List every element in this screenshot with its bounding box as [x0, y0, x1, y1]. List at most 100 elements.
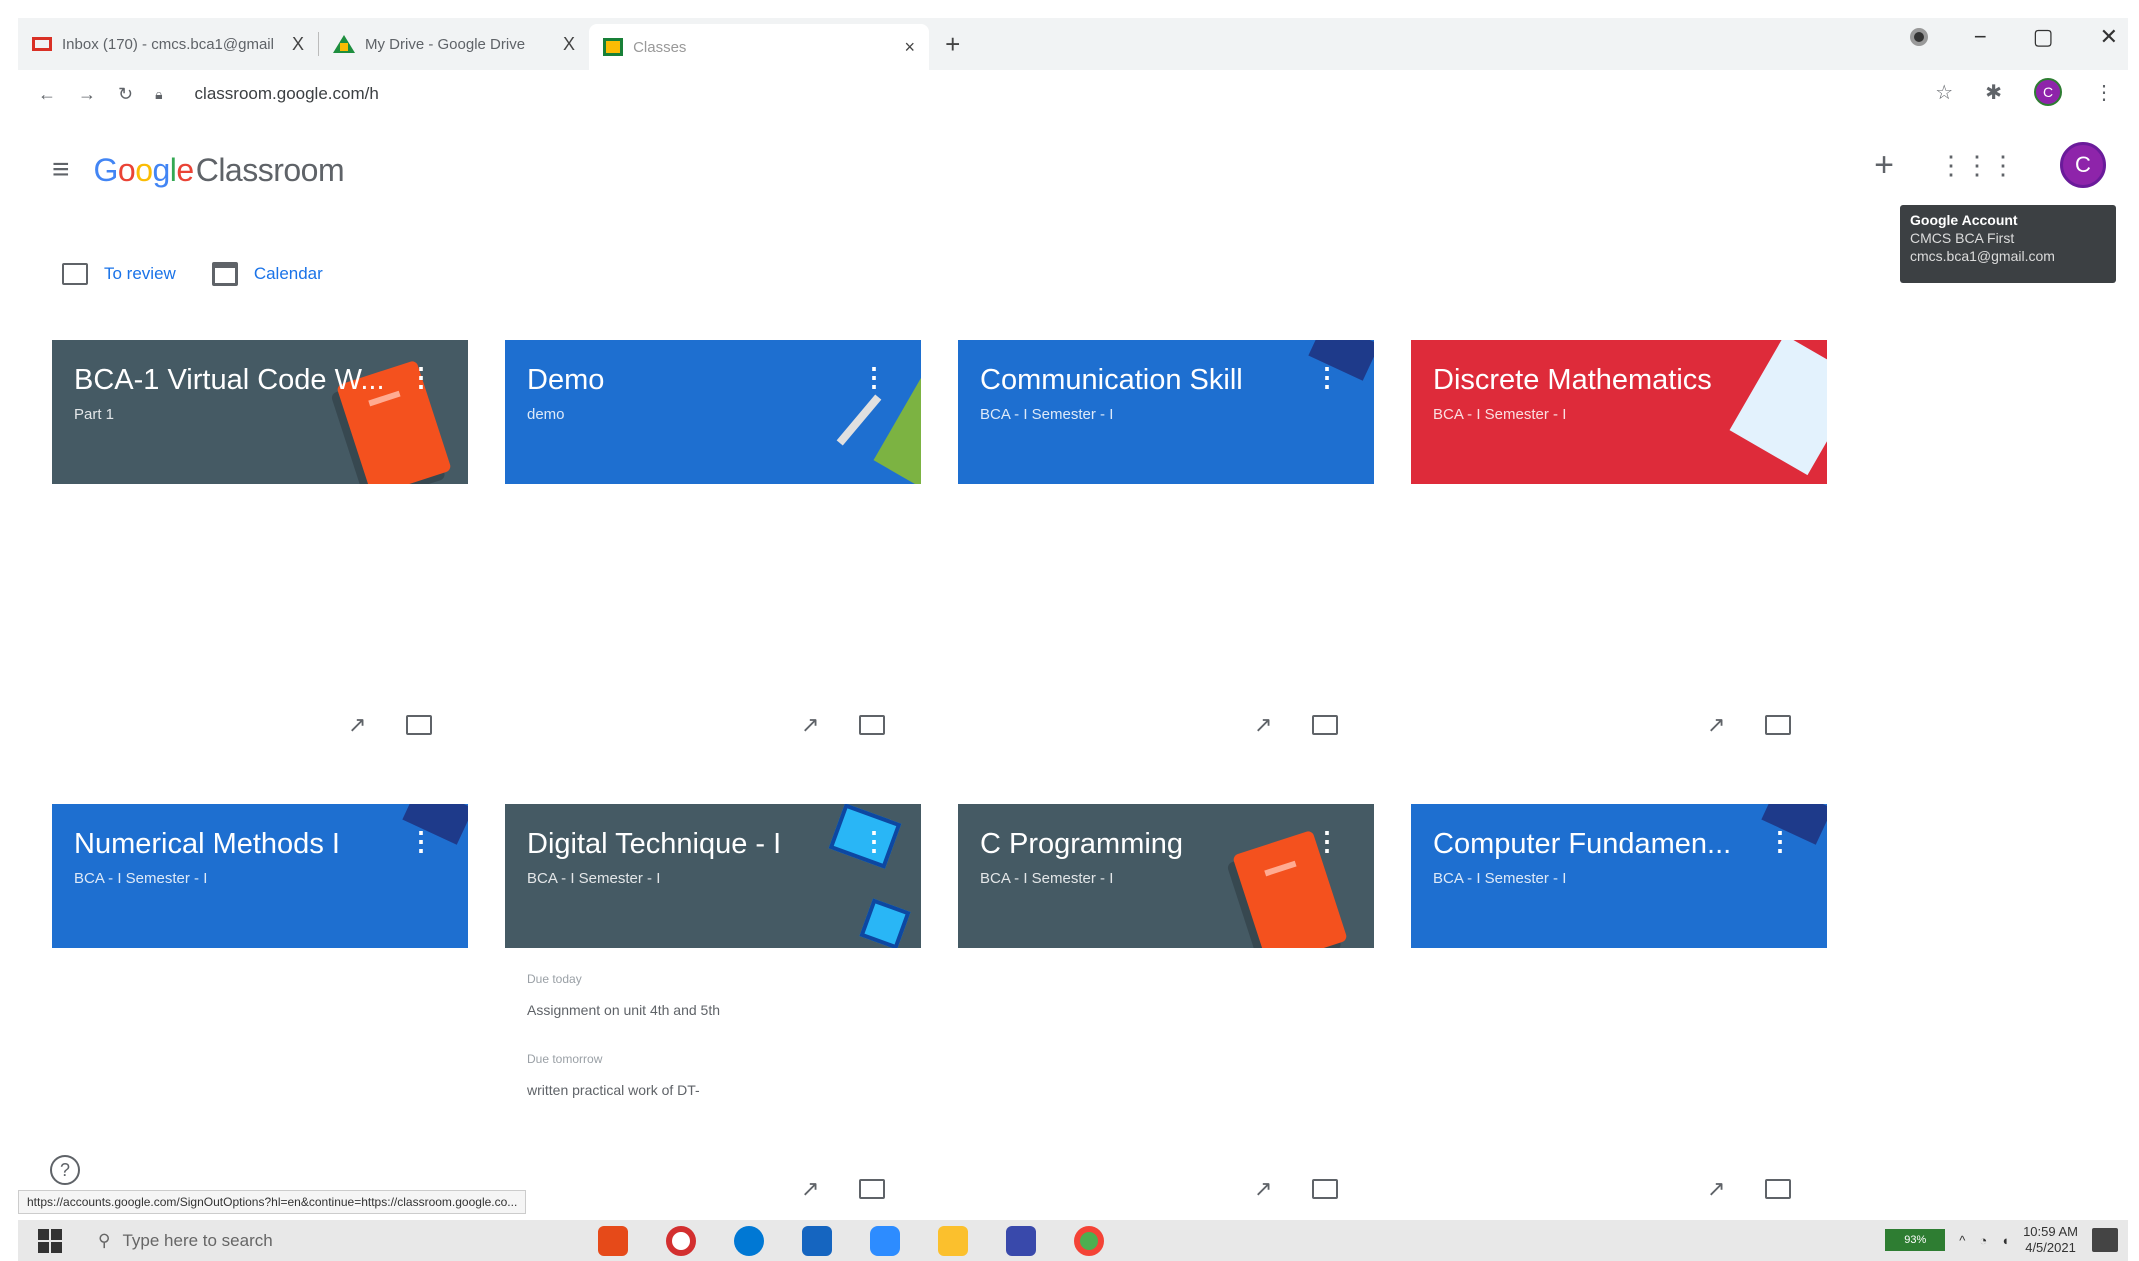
to-review-link[interactable]: To review	[62, 263, 176, 285]
browser-menu-icon[interactable]: ⋮	[2094, 80, 2114, 105]
account-avatar[interactable]: C	[2060, 142, 2106, 188]
class-card-demo[interactable]: Demo demo ⋮	[505, 340, 921, 484]
gradebook-trend-icon[interactable]: ↗	[1707, 1176, 1725, 1202]
class-card-c-programming[interactable]: C Programming BCA - I Semester - I ⋮	[958, 804, 1374, 948]
gradebook-trend-icon[interactable]: ↗	[801, 1176, 819, 1202]
folder-icon[interactable]	[1312, 715, 1339, 735]
back-icon[interactable]: ←	[38, 84, 56, 105]
profile-avatar[interactable]: C	[2034, 78, 2062, 106]
gradebook-trend-icon[interactable]: ↗	[1707, 712, 1725, 738]
class-title[interactable]: Computer Fundamen...	[1433, 828, 1731, 861]
gradebook-trend-icon[interactable]: ↗	[1254, 1176, 1272, 1202]
chrome-icon[interactable]	[1074, 1226, 1104, 1256]
folder-icon[interactable]	[1765, 1179, 1792, 1199]
class-card-bca1-virtual-code[interactable]: BCA-1 Virtual Code W... Part 1 ⋮	[52, 340, 468, 484]
tray-chevron-icon[interactable]: ^	[1959, 1233, 1965, 1248]
class-title[interactable]: C Programming	[980, 828, 1183, 861]
folder-icon[interactable]	[1765, 715, 1792, 735]
zoom-icon[interactable]	[870, 1226, 900, 1256]
app-icon[interactable]	[1006, 1226, 1036, 1256]
folder-icon[interactable]	[859, 715, 886, 735]
class-options-icon[interactable]: ⋮	[408, 362, 434, 393]
logo-letter: o	[117, 151, 136, 188]
class-section: BCA - I Semester - I	[1433, 406, 1567, 423]
class-title[interactable]: BCA-1 Virtual Code W...	[74, 364, 385, 397]
windows-start-icon[interactable]	[38, 1228, 62, 1253]
browser-tab-strip: Inbox (170) - cmcs.bca1@gmail X My Drive…	[18, 18, 2128, 70]
opera-icon[interactable]	[666, 1226, 696, 1256]
gradebook-trend-icon[interactable]: ↗	[801, 712, 819, 738]
class-options-icon[interactable]: ⋮	[1314, 826, 1340, 857]
reload-icon[interactable]: ↻	[118, 84, 133, 105]
card-footer: ↗	[1254, 712, 1339, 738]
class-section: BCA - I Semester - I	[980, 870, 1114, 887]
record-icon[interactable]	[1909, 28, 1928, 46]
folder-icon[interactable]	[406, 715, 433, 735]
to-review-label: To review	[104, 264, 176, 283]
help-icon[interactable]: ?	[50, 1155, 80, 1185]
search-placeholder: Type here to search	[122, 1230, 273, 1250]
close-tab-icon[interactable]: X	[292, 34, 304, 55]
file-explorer-icon[interactable]	[938, 1226, 968, 1256]
class-options-icon[interactable]: ⋮	[1767, 826, 1793, 857]
class-options-icon[interactable]: ⋮	[861, 362, 887, 393]
gmail-icon	[32, 37, 52, 51]
gradebook-trend-icon[interactable]: ↗	[1254, 712, 1272, 738]
class-title[interactable]: Digital Technique - I	[527, 828, 781, 861]
class-options-icon[interactable]: ⋮	[408, 826, 434, 857]
folder-icon[interactable]	[1312, 1179, 1339, 1199]
taskbar-search[interactable]: ⚲ Type here to search	[98, 1231, 273, 1251]
tablet-illustration	[859, 898, 911, 948]
extensions-icon[interactable]: ✱	[1985, 80, 2002, 105]
card-footer: ↗	[1254, 1176, 1339, 1202]
main-menu-icon[interactable]: ≡	[52, 153, 70, 187]
tab-gmail[interactable]: Inbox (170) - cmcs.bca1@gmail X	[18, 24, 318, 64]
class-options-icon[interactable]: ⋮	[1314, 362, 1340, 393]
logo-letter: o	[135, 151, 153, 188]
calculator-icon[interactable]	[802, 1226, 832, 1256]
folder-icon[interactable]	[859, 1179, 886, 1199]
due-label: Due tomorrow	[527, 1052, 603, 1066]
close-window-icon[interactable]: ✕	[2100, 24, 2118, 50]
class-title[interactable]: Numerical Methods I	[74, 828, 340, 861]
class-card-discrete-mathematics[interactable]: Discrete Mathematics BCA - I Semester - …	[1411, 340, 1827, 484]
taskbar-clock[interactable]: 10:59 AM 4/5/2021	[2023, 1224, 2078, 1256]
tab-drive[interactable]: My Drive - Google Drive X	[319, 24, 589, 64]
battery-indicator[interactable]: 93%	[1885, 1229, 1946, 1251]
tab-title: My Drive - Google Drive	[365, 35, 526, 53]
url-input[interactable]: classroom.google.com/h	[195, 84, 379, 104]
google-classroom-logo[interactable]: GoogleClassroom	[94, 152, 345, 189]
assignment-link[interactable]: written practical work of DT-	[527, 1082, 700, 1098]
office-icon[interactable]	[598, 1226, 628, 1256]
google-apps-icon[interactable]: ⋮⋮⋮	[1938, 150, 2016, 181]
volume-icon[interactable]: ◖	[2001, 1233, 2009, 1248]
class-card-computer-fundamentals[interactable]: Computer Fundamen... BCA - I Semester - …	[1411, 804, 1827, 948]
class-options-icon[interactable]: ⋮	[861, 826, 887, 857]
class-title[interactable]: Discrete Mathematics	[1433, 364, 1712, 397]
class-card-communication-skill[interactable]: Communication Skill BCA - I Semester - I…	[958, 340, 1374, 484]
class-title[interactable]: Demo	[527, 364, 604, 397]
assignment-link[interactable]: Assignment on unit 4th and 5th	[527, 1002, 720, 1018]
bookmark-star-icon[interactable]: ☆	[1935, 80, 1953, 105]
close-tab-icon[interactable]: ×	[905, 37, 916, 58]
minimize-icon[interactable]: −	[1974, 24, 1987, 50]
link-status-bar: https://accounts.google.com/SignOutOptio…	[18, 1190, 527, 1214]
class-title[interactable]: Communication Skill	[980, 364, 1243, 397]
maximize-icon[interactable]: ▢	[2033, 24, 2054, 50]
tab-classes[interactable]: Classes ×	[589, 24, 930, 70]
class-card-digital-technique[interactable]: Digital Technique - I BCA - I Semester -…	[505, 804, 921, 948]
network-icon[interactable]: ◔	[1979, 1233, 1987, 1248]
forward-icon[interactable]: →	[78, 84, 96, 105]
gradebook-trend-icon[interactable]: ↗	[348, 712, 366, 738]
edge-icon[interactable]	[734, 1226, 764, 1256]
notifications-icon[interactable]	[2092, 1228, 2118, 1252]
card-footer: ↗	[348, 712, 433, 738]
card-footer: ↗	[1707, 712, 1792, 738]
class-card-numerical-methods[interactable]: Numerical Methods I BCA - I Semester - I…	[52, 804, 468, 948]
close-tab-icon[interactable]: X	[563, 34, 575, 55]
create-join-button[interactable]: +	[1874, 146, 1894, 185]
new-tab-button[interactable]: +	[945, 29, 960, 60]
calendar-link[interactable]: Calendar	[211, 262, 323, 286]
logo-letter: e	[176, 151, 194, 188]
logo-letter: G	[93, 151, 119, 188]
